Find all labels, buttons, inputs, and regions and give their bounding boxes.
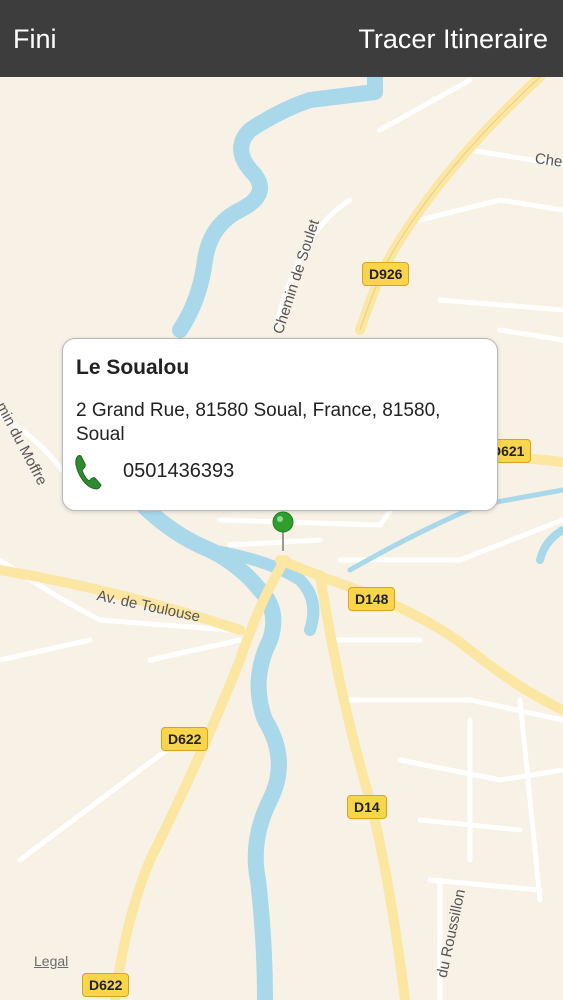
shield-d926: D926: [362, 262, 410, 286]
phone-number[interactable]: 0501436393: [123, 460, 234, 483]
road-label-che: Che: [533, 150, 563, 171]
route-button[interactable]: Tracer Itineraire: [358, 22, 548, 56]
shield-d622: D622: [161, 727, 209, 751]
shield-d14: D14: [347, 795, 387, 819]
place-title: Le Soualou: [76, 356, 190, 379]
legal-link[interactable]: Legal: [34, 953, 68, 969]
shield-d148: D148: [348, 587, 396, 611]
location-callout[interactable]: Le Soualou 2 Grand Rue, 81580 Soual, Fra…: [62, 338, 498, 511]
navigation-bar: Fini Tracer Itineraire: [0, 0, 563, 77]
location-pin-icon[interactable]: [272, 511, 294, 551]
place-address: 2 Grand Rue, 81580 Soual, France, 81580,…: [76, 400, 441, 445]
done-button[interactable]: Fini: [13, 22, 57, 56]
shield-d622-bottom: D622: [82, 973, 130, 997]
phone-icon[interactable]: [74, 453, 102, 491]
